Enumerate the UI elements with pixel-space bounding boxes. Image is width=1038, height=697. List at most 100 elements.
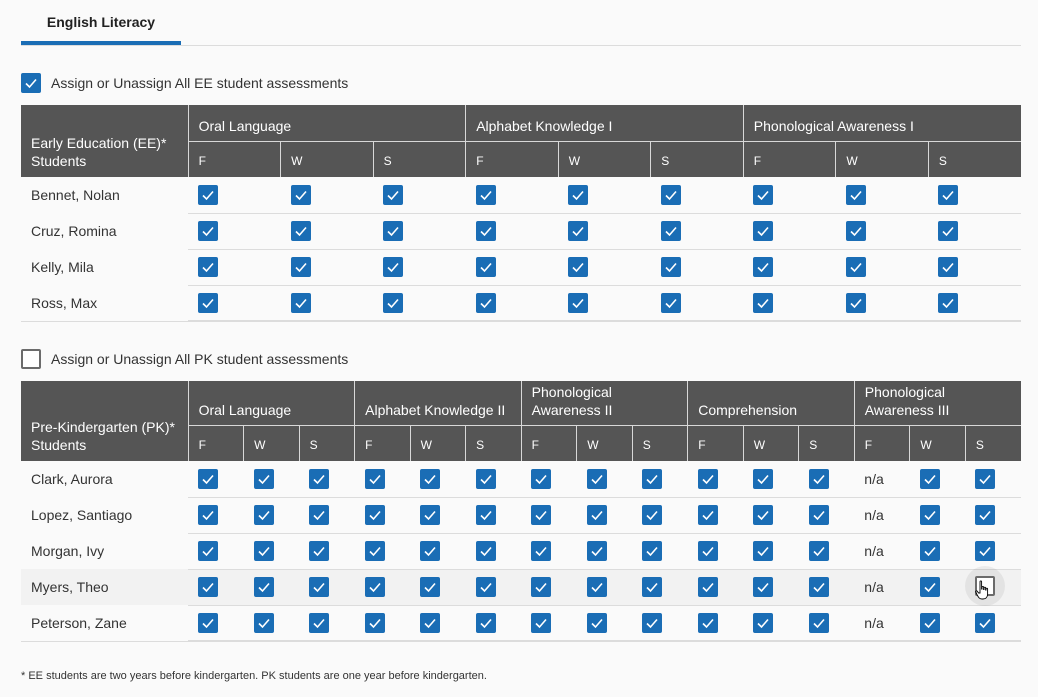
assessment-checkbox[interactable] <box>642 541 663 561</box>
assessment-checkbox[interactable] <box>753 612 774 633</box>
assessment-checkbox[interactable] <box>697 468 718 489</box>
assessment-checkbox[interactable] <box>290 184 311 205</box>
assessment-checkbox[interactable] <box>660 292 681 313</box>
assessment-checkbox[interactable] <box>753 292 774 313</box>
assessment-checkbox[interactable] <box>198 612 219 633</box>
assessment-checkbox[interactable] <box>253 505 274 525</box>
assessment-checkbox[interactable] <box>697 505 718 525</box>
assessment-checkbox[interactable] <box>568 292 589 313</box>
assessment-checkbox[interactable] <box>697 612 718 633</box>
assessment-checkbox[interactable] <box>475 505 496 525</box>
assessment-checkbox[interactable] <box>975 541 996 561</box>
assessment-checkbox[interactable] <box>475 221 496 241</box>
assessment-checkbox[interactable] <box>475 612 496 633</box>
assessment-checkbox[interactable] <box>808 577 829 597</box>
assessment-checkbox[interactable] <box>808 612 829 633</box>
assessment-checkbox[interactable] <box>420 468 441 489</box>
assessment-checkbox[interactable] <box>383 221 404 241</box>
assessment-checkbox[interactable] <box>938 292 959 313</box>
assign-all-pk-checkbox[interactable] <box>21 349 41 369</box>
assessment-checkbox[interactable] <box>586 541 607 561</box>
assessment-checkbox[interactable] <box>420 612 441 633</box>
assessment-checkbox[interactable] <box>198 257 219 277</box>
assessment-checkbox[interactable] <box>309 577 330 597</box>
assessment-checkbox[interactable] <box>309 612 330 633</box>
assessment-checkbox[interactable] <box>198 184 219 205</box>
assessment-checkbox[interactable] <box>309 468 330 489</box>
assessment-checkbox[interactable] <box>975 612 996 633</box>
assessment-checkbox[interactable] <box>290 257 311 277</box>
assessment-checkbox[interactable] <box>531 577 552 597</box>
assessment-checkbox[interactable] <box>845 184 866 205</box>
assessment-checkbox[interactable] <box>586 468 607 489</box>
assessment-checkbox[interactable] <box>975 468 996 489</box>
assessment-checkbox[interactable] <box>753 184 774 205</box>
assessment-checkbox[interactable] <box>309 541 330 561</box>
assessment-checkbox[interactable] <box>253 612 274 633</box>
assessment-checkbox[interactable] <box>919 505 940 525</box>
assessment-checkbox[interactable] <box>475 468 496 489</box>
assessment-checkbox[interactable] <box>420 577 441 597</box>
assessment-checkbox[interactable] <box>475 577 496 597</box>
assessment-checkbox[interactable] <box>364 541 385 561</box>
assessment-checkbox[interactable] <box>919 541 940 561</box>
assessment-checkbox[interactable] <box>753 577 774 597</box>
assessment-checkbox[interactable] <box>253 541 274 561</box>
assessment-checkbox[interactable] <box>253 468 274 489</box>
assessment-checkbox[interactable] <box>975 505 996 525</box>
assessment-checkbox[interactable] <box>475 257 496 277</box>
assessment-checkbox[interactable] <box>808 468 829 489</box>
assessment-checkbox[interactable] <box>808 541 829 561</box>
assessment-checkbox[interactable] <box>845 292 866 313</box>
assessment-checkbox[interactable] <box>753 468 774 489</box>
assessment-checkbox[interactable] <box>364 505 385 525</box>
assessment-checkbox[interactable] <box>660 221 681 241</box>
assessment-checkbox[interactable] <box>198 221 219 241</box>
assessment-checkbox[interactable] <box>642 468 663 489</box>
assessment-checkbox[interactable] <box>531 468 552 489</box>
assessment-checkbox[interactable] <box>753 221 774 241</box>
assessment-checkbox[interactable] <box>660 257 681 277</box>
assessment-checkbox[interactable] <box>290 221 311 241</box>
assessment-checkbox[interactable] <box>919 468 940 489</box>
assessment-checkbox[interactable] <box>309 505 330 525</box>
assessment-checkbox[interactable] <box>475 184 496 205</box>
assessment-checkbox[interactable] <box>198 505 219 525</box>
assessment-checkbox[interactable] <box>290 292 311 313</box>
assessment-checkbox[interactable] <box>420 541 441 561</box>
assessment-checkbox[interactable] <box>568 221 589 241</box>
assessment-checkbox[interactable] <box>420 505 441 525</box>
assessment-checkbox[interactable] <box>364 468 385 489</box>
assessment-checkbox[interactable] <box>586 577 607 597</box>
assessment-checkbox[interactable] <box>845 221 866 241</box>
assessment-checkbox[interactable] <box>475 292 496 313</box>
assessment-checkbox[interactable] <box>531 505 552 525</box>
assessment-checkbox[interactable] <box>808 505 829 525</box>
assign-all-ee-checkbox[interactable] <box>21 73 41 93</box>
assessment-checkbox[interactable] <box>531 612 552 633</box>
assessment-checkbox[interactable] <box>383 292 404 313</box>
assessment-checkbox[interactable] <box>919 612 940 633</box>
assessment-checkbox[interactable] <box>642 505 663 525</box>
assessment-checkbox[interactable] <box>586 612 607 633</box>
assessment-checkbox[interactable] <box>697 541 718 561</box>
assessment-checkbox[interactable] <box>938 184 959 205</box>
assessment-checkbox[interactable] <box>753 505 774 525</box>
assessment-checkbox[interactable] <box>383 184 404 205</box>
assessment-checkbox[interactable] <box>198 468 219 489</box>
assessment-checkbox[interactable] <box>364 577 385 597</box>
assessment-checkbox[interactable] <box>198 541 219 561</box>
assessment-checkbox[interactable] <box>198 292 219 313</box>
assessment-checkbox[interactable] <box>660 184 681 205</box>
assessment-checkbox[interactable] <box>938 221 959 241</box>
assessment-checkbox[interactable] <box>753 541 774 561</box>
assessment-checkbox[interactable] <box>642 612 663 633</box>
assessment-checkbox[interactable] <box>531 541 552 561</box>
tab-english-literacy[interactable]: English Literacy <box>21 0 181 45</box>
assessment-checkbox[interactable] <box>568 257 589 277</box>
assessment-checkbox[interactable] <box>253 577 274 597</box>
assessment-checkbox[interactable] <box>919 577 940 597</box>
assessment-checkbox[interactable] <box>938 257 959 277</box>
assessment-checkbox[interactable] <box>586 505 607 525</box>
assessment-checkbox[interactable] <box>845 257 866 277</box>
